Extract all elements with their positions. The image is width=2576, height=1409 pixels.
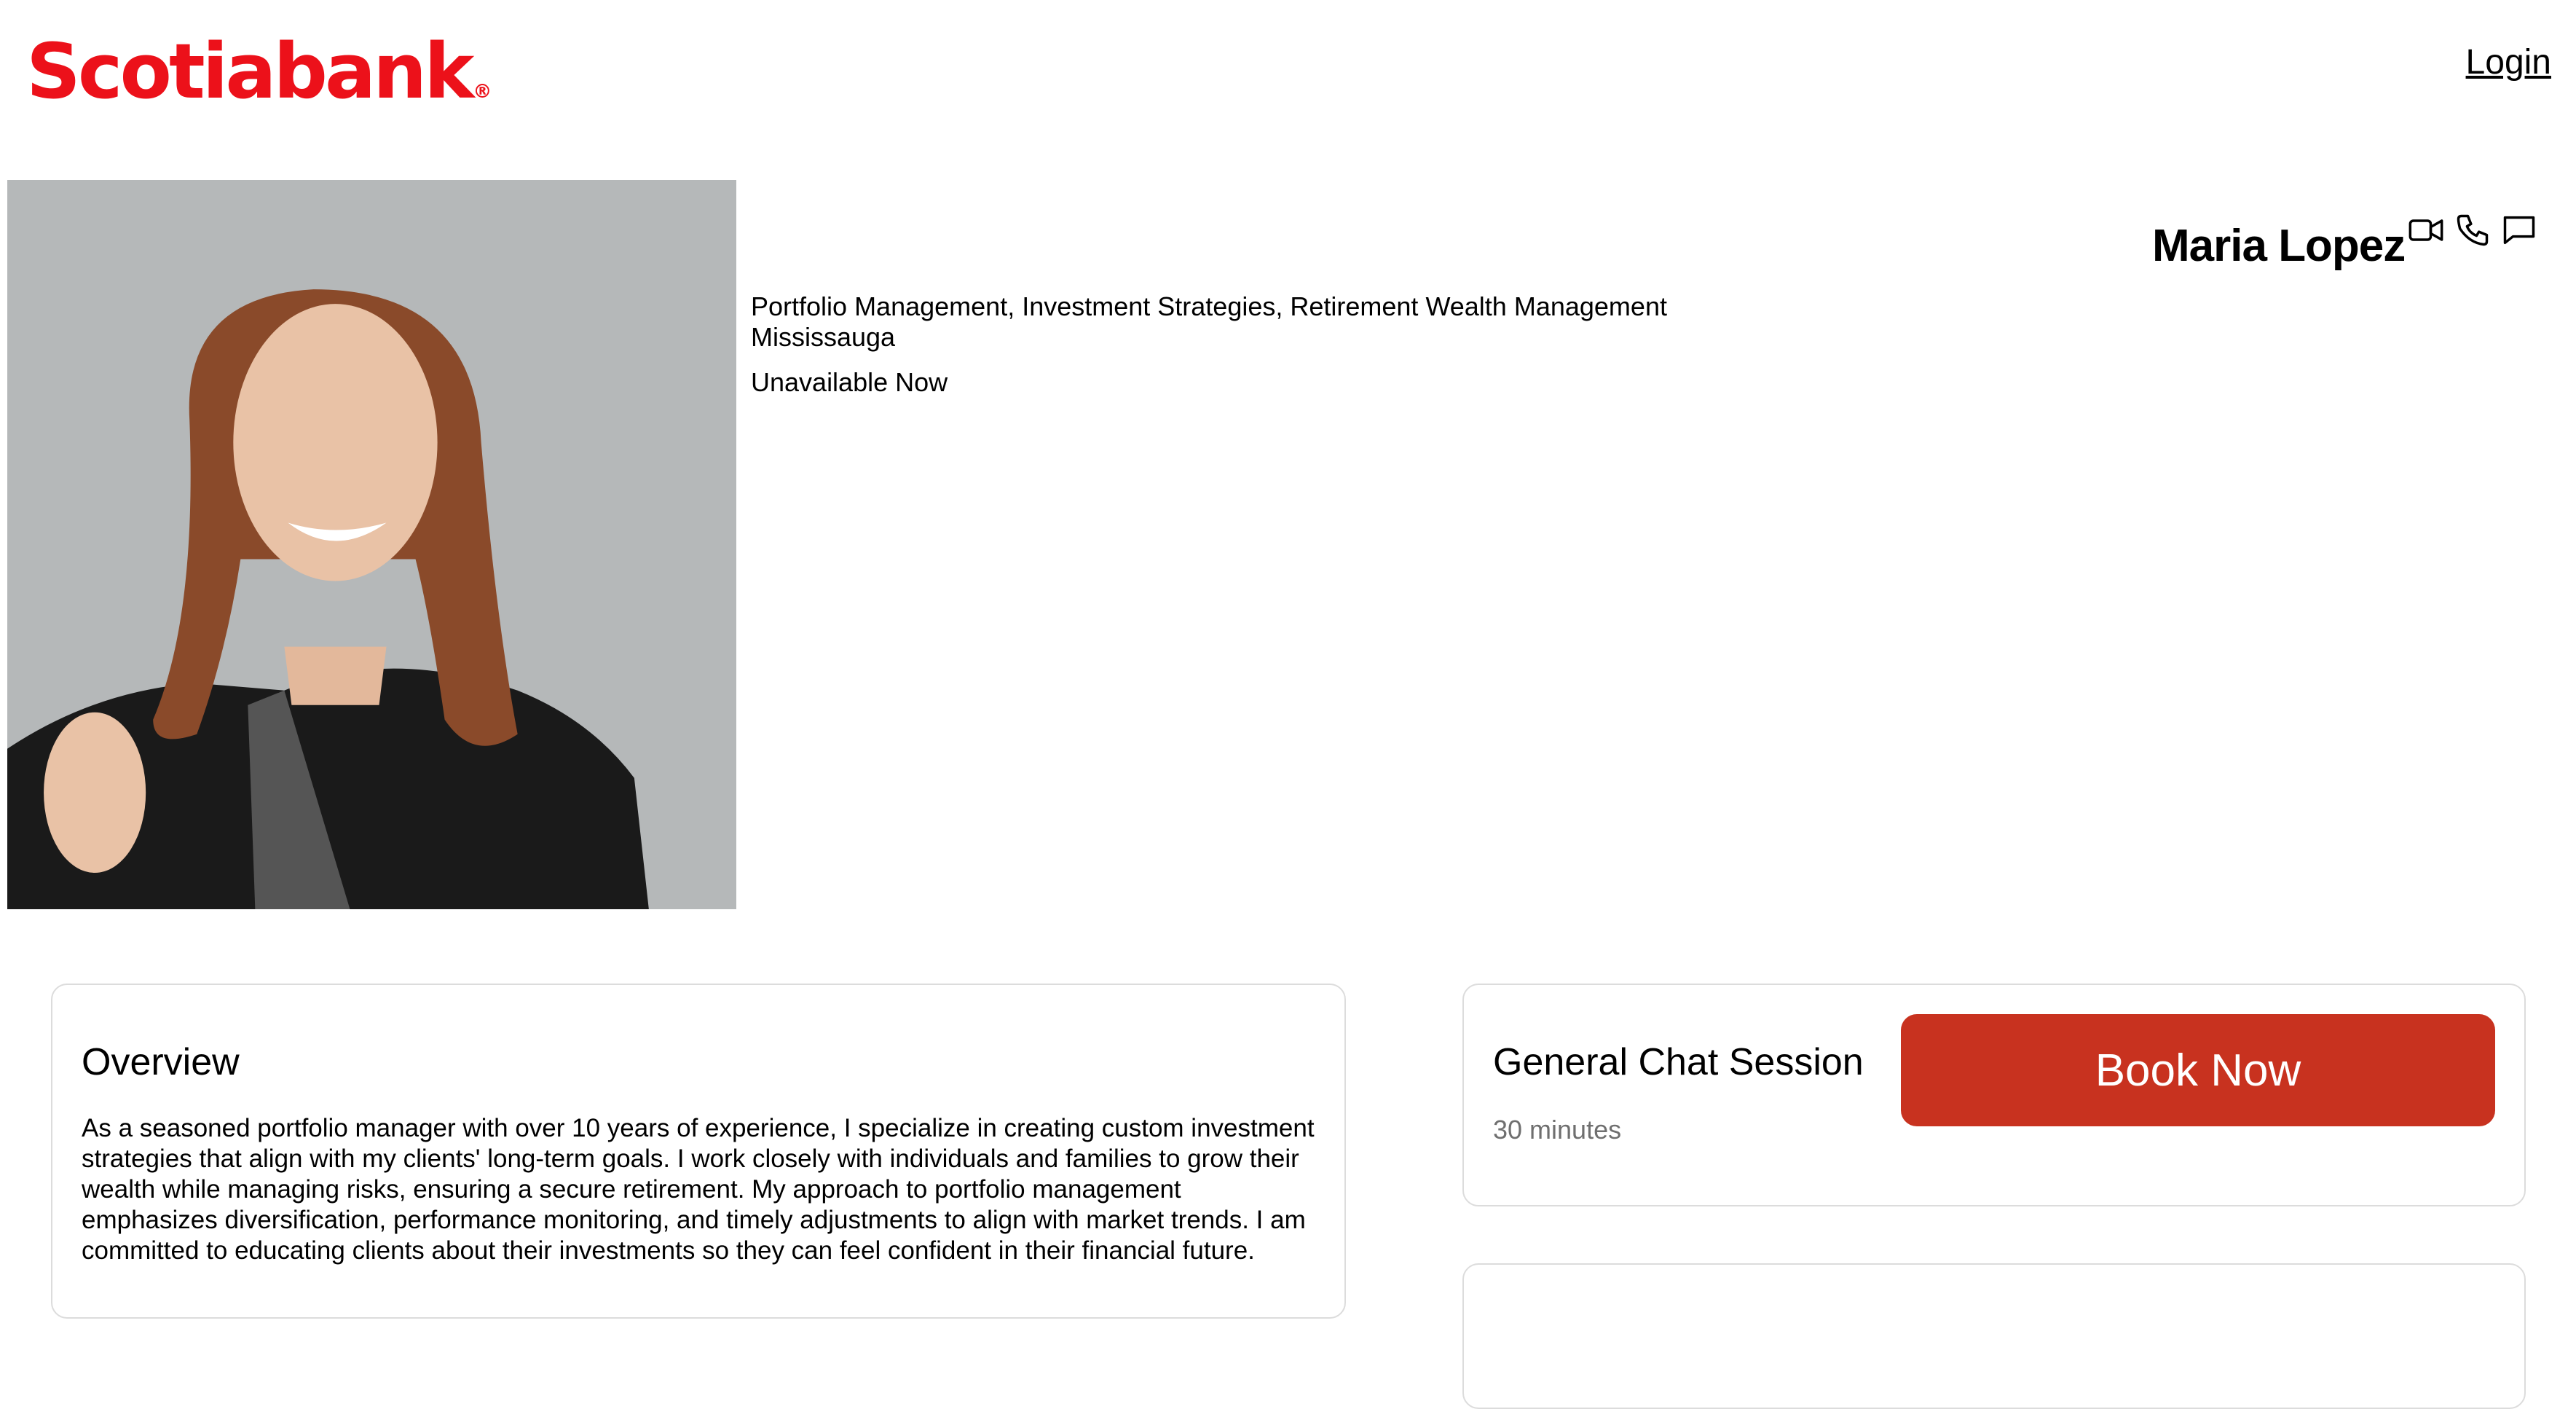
logo-registered-mark: ®: [473, 81, 492, 103]
logo-text: Scotiabank: [26, 27, 474, 116]
next-session-card: [1462, 1263, 2526, 1409]
advisor-photo: [7, 180, 736, 909]
session-title: General Chat Session: [1493, 1041, 1864, 1083]
session-card: General Chat Session 30 minutes Book Now: [1462, 984, 2526, 1206]
advisor-name: Maria Lopez: [2152, 221, 2406, 271]
availability-status: Unavailable Now: [751, 367, 948, 397]
book-now-button[interactable]: Book Now: [1901, 1014, 2495, 1126]
phone-icon[interactable]: [2454, 211, 2492, 249]
overview-card: Overview As a seasoned portfolio manager…: [51, 984, 1346, 1319]
advisor-specialties: Portfolio Management, Investment Strateg…: [751, 291, 1667, 321]
advisor-location: Mississauga: [751, 322, 896, 352]
scotiabank-logo[interactable]: Scotiabank®: [26, 34, 492, 109]
contact-options: [2407, 211, 2538, 249]
login-link[interactable]: Login: [2466, 42, 2551, 82]
overview-title: Overview: [82, 1041, 240, 1083]
video-icon[interactable]: [2407, 211, 2445, 249]
overview-body: As a seasoned portfolio manager with ove…: [82, 1114, 1315, 1265]
chat-icon[interactable]: [2500, 211, 2538, 249]
session-duration: 30 minutes: [1493, 1115, 1622, 1145]
